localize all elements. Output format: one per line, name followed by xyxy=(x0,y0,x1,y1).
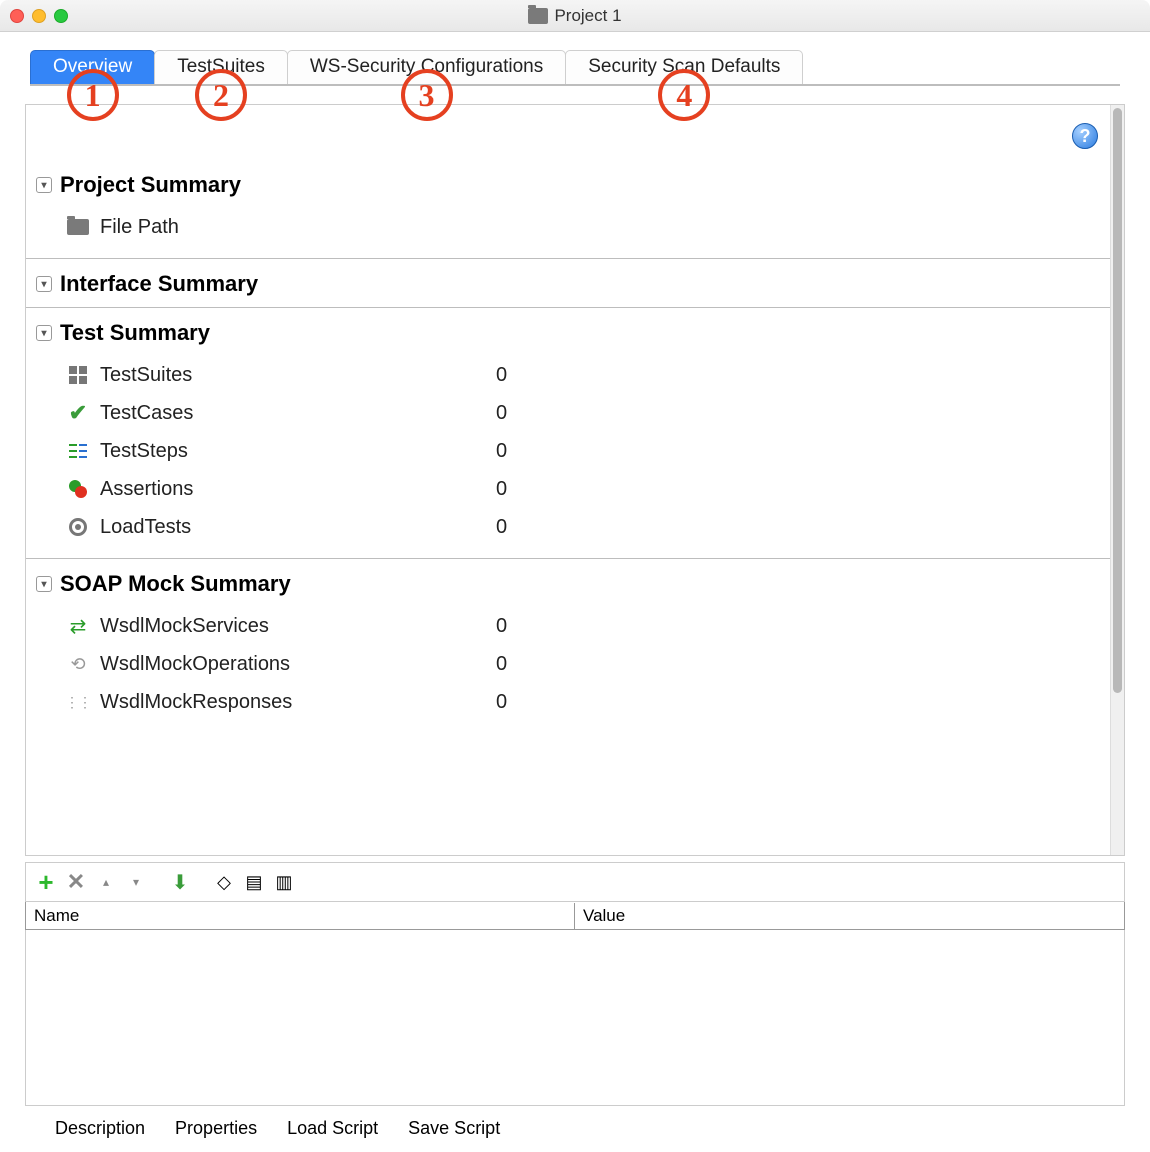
row-mockoperations: ⟲ WsdlMockOperations 0 xyxy=(66,645,1110,683)
section-soap-mock-summary: ▾ SOAP Mock Summary ⇄ WsdlMockServices 0… xyxy=(26,559,1110,733)
section-test-summary: ▾ Test Summary TestSuites 0 ✔ TestCases … xyxy=(26,308,1110,559)
zoom-window-button[interactable] xyxy=(54,9,68,23)
properties-panel: + ✕ ▴ ▾ ⬇ ◇ ▤ ▥ Name Value Description P… xyxy=(25,862,1125,1152)
section-header-soap[interactable]: ▾ SOAP Mock Summary xyxy=(26,559,1110,607)
chevron-down-icon: ▾ xyxy=(36,576,52,592)
minimize-window-button[interactable] xyxy=(32,9,46,23)
chevron-down-icon: ▾ xyxy=(36,325,52,341)
row-assertions: Assertions 0 xyxy=(66,470,1110,508)
content-scroll[interactable]: ▾ Project Summary File Path ▾ Interface … xyxy=(26,105,1110,855)
tab-testsuites[interactable]: TestSuites 2 xyxy=(154,50,288,84)
section-interface-summary: ▾ Interface Summary xyxy=(26,259,1110,308)
testcases-label: TestCases xyxy=(100,402,193,425)
tab-overview[interactable]: Overview 1 xyxy=(30,50,155,84)
titlebar: Project 1 xyxy=(0,0,1150,32)
loadtests-label: LoadTests xyxy=(100,516,191,539)
column-name[interactable]: Name xyxy=(26,903,575,929)
column-value[interactable]: Value xyxy=(575,903,1124,929)
tab-ws-security[interactable]: WS-Security Configurations 3 xyxy=(287,50,566,84)
row-mockresponses: ⋮⋮ WsdlMockResponses 0 xyxy=(66,683,1110,721)
mockresponses-value: 0 xyxy=(496,691,507,714)
help-button[interactable]: ? xyxy=(1072,123,1098,149)
assertions-icon xyxy=(66,477,90,501)
content-panel: ? ▾ Project Summary File Path ▾ I xyxy=(25,104,1125,856)
section-header-interface[interactable]: ▾ Interface Summary xyxy=(26,259,1110,307)
interface-summary-title: Interface Summary xyxy=(60,271,258,297)
project-summary-title: Project Summary xyxy=(60,172,241,198)
properties-table-header: Name Value xyxy=(25,902,1125,930)
chevron-down-icon: ▾ xyxy=(36,177,52,193)
bottom-tabs: Description Properties Load Script Save … xyxy=(25,1106,1125,1152)
vertical-scrollbar[interactable] xyxy=(1110,105,1124,855)
close-window-button[interactable] xyxy=(10,9,24,23)
app-body: Overview 1 TestSuites 2 WS-Security Conf… xyxy=(0,32,1150,1152)
window-title-text: Project 1 xyxy=(554,6,621,26)
steps-icon xyxy=(66,439,90,463)
section-project-summary: ▾ Project Summary File Path xyxy=(26,160,1110,259)
teststeps-value: 0 xyxy=(496,440,507,463)
window-controls xyxy=(10,9,68,23)
row-file-path[interactable]: File Path xyxy=(66,208,1110,246)
tab-security-scan[interactable]: Security Scan Defaults 4 xyxy=(565,50,803,84)
help-icon-glyph: ? xyxy=(1080,126,1091,147)
folder-icon xyxy=(528,8,548,24)
grid-icon xyxy=(66,363,90,387)
add-property-button[interactable]: + xyxy=(34,870,58,894)
chevron-down-icon: ▾ xyxy=(36,276,52,292)
section-header-project[interactable]: ▾ Project Summary xyxy=(26,160,1110,208)
save-properties-button[interactable]: ▥ xyxy=(272,870,296,894)
teststeps-label: TestSteps xyxy=(100,440,188,463)
mockservices-icon: ⇄ xyxy=(66,614,90,638)
row-testcases: ✔ TestCases 0 xyxy=(66,394,1110,432)
mockservices-label: WsdlMockServices xyxy=(100,615,269,638)
mockoperations-icon: ⟲ xyxy=(66,652,90,676)
mockresponses-label: WsdlMockResponses xyxy=(100,691,292,714)
remove-property-button[interactable]: ✕ xyxy=(64,870,88,894)
file-path-label: File Path xyxy=(100,216,179,239)
row-testsuites: TestSuites 0 xyxy=(66,356,1110,394)
testcases-value: 0 xyxy=(496,402,507,425)
folder-icon xyxy=(66,215,90,239)
tab-security-scan-label: Security Scan Defaults xyxy=(588,56,780,77)
assertions-label: Assertions xyxy=(100,478,193,501)
properties-table-body[interactable] xyxy=(25,930,1125,1106)
load-properties-button[interactable]: ▤ xyxy=(242,870,266,894)
mockoperations-label: WsdlMockOperations xyxy=(100,653,290,676)
section-header-test[interactable]: ▾ Test Summary xyxy=(26,308,1110,356)
assertions-value: 0 xyxy=(496,478,507,501)
sort-button[interactable]: ⬇ xyxy=(168,870,192,894)
move-down-button[interactable]: ▾ xyxy=(124,870,148,894)
tab-testsuites-label: TestSuites xyxy=(177,56,265,77)
tab-ws-security-label: WS-Security Configurations xyxy=(310,56,543,77)
testsuites-label: TestSuites xyxy=(100,364,192,387)
move-up-button[interactable]: ▴ xyxy=(94,870,118,894)
properties-toolbar: + ✕ ▴ ▾ ⬇ ◇ ▤ ▥ xyxy=(25,862,1125,902)
mockservices-value: 0 xyxy=(496,615,507,638)
tab-load-script[interactable]: Load Script xyxy=(287,1118,378,1140)
test-summary-title: Test Summary xyxy=(60,320,210,346)
tab-overview-label: Overview xyxy=(53,56,132,77)
soap-mock-title: SOAP Mock Summary xyxy=(60,571,291,597)
tab-properties[interactable]: Properties xyxy=(175,1118,257,1140)
testsuites-value: 0 xyxy=(496,364,507,387)
scrollbar-thumb[interactable] xyxy=(1113,108,1122,693)
loadtests-value: 0 xyxy=(496,516,507,539)
row-loadtests: LoadTests 0 xyxy=(66,508,1110,546)
check-icon: ✔ xyxy=(66,401,90,425)
row-teststeps: TestSteps 0 xyxy=(66,432,1110,470)
clear-button[interactable]: ◇ xyxy=(212,870,236,894)
mockoperations-value: 0 xyxy=(496,653,507,676)
loadtest-icon xyxy=(66,515,90,539)
row-mockservices: ⇄ WsdlMockServices 0 xyxy=(66,607,1110,645)
tab-description[interactable]: Description xyxy=(55,1118,145,1140)
tab-save-script[interactable]: Save Script xyxy=(408,1118,500,1140)
mockresponses-icon: ⋮⋮ xyxy=(66,690,90,714)
main-tabs: Overview 1 TestSuites 2 WS-Security Conf… xyxy=(30,50,1120,86)
window-title: Project 1 xyxy=(0,6,1150,26)
